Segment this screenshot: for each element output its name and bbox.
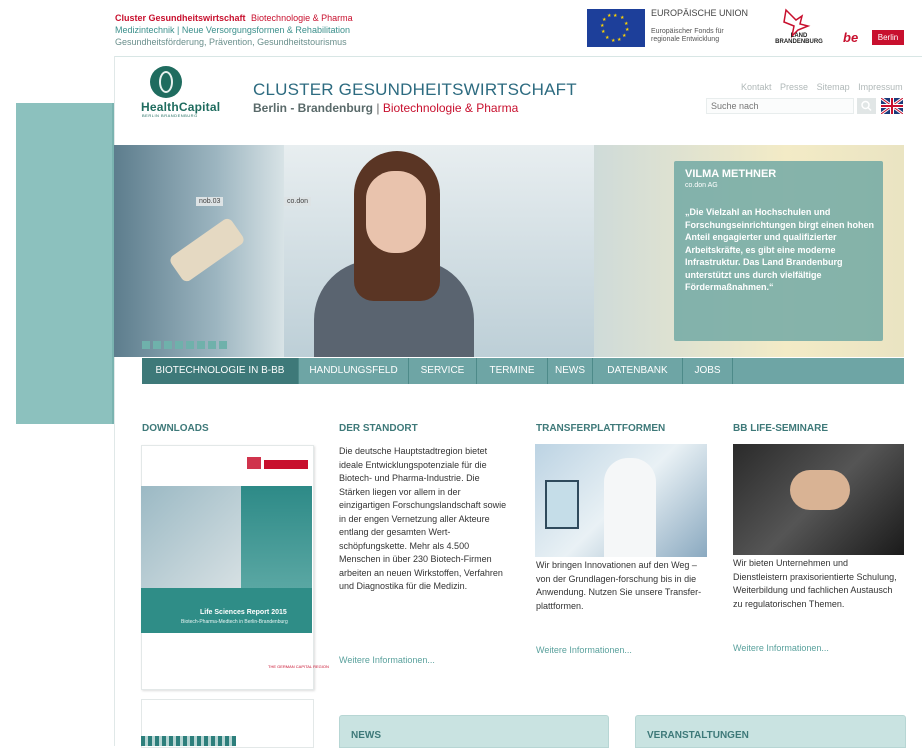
slider-dot[interactable] [153, 341, 161, 349]
hero-lab-label: co.don [284, 197, 312, 206]
nav-item-service[interactable]: SERVICE [409, 358, 477, 384]
report-title: Life Sciences Report 2015 [200, 609, 287, 616]
page-subtitle: Berlin - Brandenburg | Biotechnologie & … [253, 101, 518, 115]
transfer-text: Wir bringen Innovationen auf den Weg – v… [536, 560, 702, 611]
slider-pagination [142, 336, 230, 349]
healthcapital-logo-icon[interactable] [150, 66, 182, 98]
berlin-logo-box[interactable]: Berlin [872, 30, 904, 45]
nav-item-biotechnologie[interactable]: BIOTECHNOLOGIE IN B-BB [142, 358, 299, 384]
healthcapital-logo-text[interactable]: HealthCapital [141, 100, 220, 114]
hero-quote-text: „Die Vielzahl an Hochschulen und Forschu… [685, 207, 875, 292]
berlin-small-logo-icon [264, 460, 308, 469]
subtitle-region: Berlin - Brandenburg [253, 101, 374, 115]
slider-dot[interactable] [164, 341, 172, 349]
left-decorative-panel [16, 103, 114, 424]
subtitle-separator: | [376, 101, 380, 115]
downloads-heading: DOWNLOADS [142, 423, 209, 434]
news-box[interactable]: NEWS [339, 715, 609, 748]
subtitle-sector: Biotechnologie & Pharma [382, 101, 519, 115]
events-box-title[interactable]: VERANSTALTUNGEN [647, 730, 749, 741]
nav-item-jobs[interactable]: JOBS [683, 358, 733, 384]
page-title: CLUSTER GESUNDHEITSWIRTSCHAFT [253, 80, 577, 99]
nav-item-termine[interactable]: TERMINE [477, 358, 548, 384]
brandenburg-small-logo-icon [247, 457, 261, 469]
eu-subtitle: Europäischer Fonds für regionale Entwick… [651, 28, 724, 43]
util-link-kontakt[interactable]: Kontakt [741, 82, 772, 92]
hero-quote-name: VILMA METHNER [685, 168, 777, 180]
slider-dot[interactable] [186, 341, 194, 349]
main-nav: BIOTECHNOLOGIE IN B-BB HANDLUNGSFELD SER… [142, 358, 904, 384]
slider-dot[interactable] [142, 341, 150, 349]
report-cover-image [141, 486, 241, 588]
util-link-impressum[interactable]: Impressum [858, 82, 903, 92]
transfer-image-person [604, 458, 656, 557]
topbar-line1-bold[interactable]: Cluster Gesundheitswirtschaft [115, 13, 246, 23]
search-button[interactable] [857, 98, 876, 114]
berlin-logo-prefix[interactable]: be [843, 30, 858, 45]
news-box-title[interactable]: NEWS [351, 730, 381, 741]
nav-item-news[interactable]: NEWS [548, 358, 593, 384]
topbar-line1[interactable]: Cluster Gesundheitswirtschaft Biotechnol… [115, 13, 353, 23]
seminare-text: Wir bieten Unternehmen und Dienstleister… [733, 558, 897, 609]
transfer-heading: TRANSFERPLATTFORMEN [536, 423, 666, 434]
healthcapital-logo-subtext: BERLIN BRANDENBURG [142, 113, 198, 118]
topbar-line3[interactable]: Gesundheitsförderung, Prävention, Gesund… [115, 37, 347, 47]
nav-item-handlungsfeld[interactable]: HANDLUNGSFELD [299, 358, 409, 384]
topbar-line2[interactable]: Medizintechnik | Neue Versorgungsformen … [115, 25, 350, 35]
second-cover-image [141, 736, 236, 746]
hero-person-image [366, 171, 426, 253]
seminare-image-hand [790, 470, 850, 510]
hero-quote-company: co.don AG [685, 182, 718, 189]
events-box[interactable]: VERANSTALTUNGEN [635, 715, 906, 748]
search-icon [861, 100, 872, 112]
transfer-more-link[interactable]: Weitere Informationen... [536, 645, 632, 655]
nav-item-datenbank[interactable]: DATENBANK [593, 358, 683, 384]
seminare-more-link[interactable]: Weitere Informationen... [733, 643, 829, 653]
english-flag-icon[interactable] [881, 98, 903, 114]
standort-more-link[interactable]: Weitere Informationen... [339, 655, 435, 665]
eu-title: EUROPÄISCHE UNION [651, 8, 749, 18]
util-link-sitemap[interactable]: Sitemap [817, 82, 850, 92]
seminare-heading: BB LIFE-SEMINARE [733, 423, 828, 434]
slider-dot[interactable] [197, 341, 205, 349]
report-subtitle: Biotech-Pharma-Medtech in Berlin-Branden… [181, 619, 288, 625]
search-input[interactable] [706, 98, 854, 114]
report-tag: THE GERMAN CAPITAL REGION [268, 664, 329, 669]
slider-dot[interactable] [175, 341, 183, 349]
slider-dot[interactable] [208, 341, 216, 349]
standort-text: Die deutsche Hauptstadtregion bietet ide… [339, 446, 507, 591]
utility-links: Kontakt Presse Sitemap Impressum [741, 82, 909, 92]
topbar-line1-rest[interactable]: Biotechnologie & Pharma [251, 13, 353, 23]
brandenburg-logo-text: LAND BRANDENBURG [775, 33, 823, 45]
report-cover-image [241, 486, 312, 588]
slider-dot[interactable] [219, 341, 227, 349]
hero-lab-label: nob.03 [196, 197, 224, 206]
eu-flag-icon: ★ ★ ★ ★ ★ ★ ★ ★ ★ ★ ★ ★ [587, 9, 645, 47]
standort-heading: DER STANDORT [339, 423, 418, 434]
util-link-presse[interactable]: Presse [780, 82, 808, 92]
transfer-image-monitor [545, 480, 579, 529]
